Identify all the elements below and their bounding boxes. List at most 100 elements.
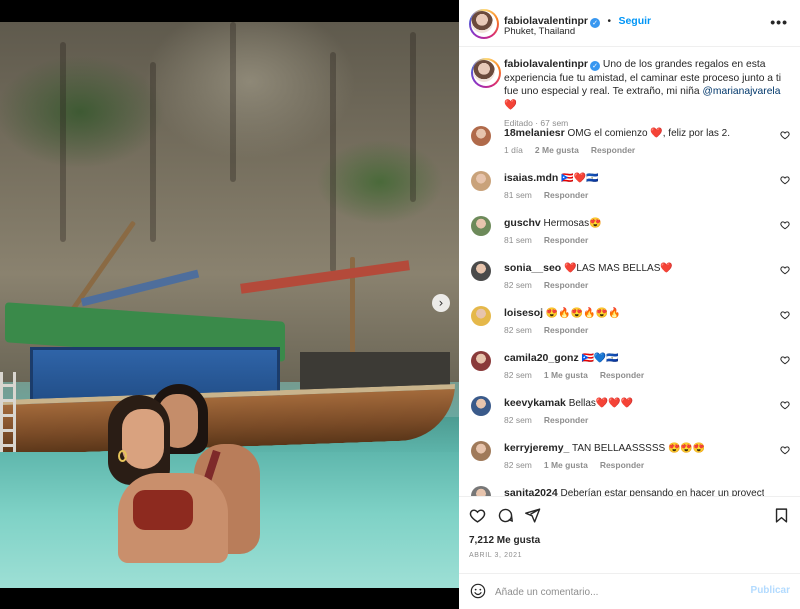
add-comment-bar: Publicar [459, 573, 800, 609]
likes-count[interactable]: 7,212 Me gusta [469, 535, 540, 546]
reply-button[interactable]: Responder [544, 325, 588, 335]
comments-list[interactable]: fabiolavalentinpr ✓ Uno de los grandes re… [459, 48, 800, 496]
comment-bubble-icon[interactable] [497, 507, 514, 524]
comment-likes[interactable]: 1 Me gusta [544, 460, 588, 470]
comment-text: isaias.mdn 🇵🇷❤️🇸🇻 [504, 172, 764, 184]
comment-item: loisesoj 😍🔥😍🔥😍🔥 82 sem Responder [459, 306, 800, 351]
comment-body: ❤️LAS MAS BELLAS❤️ [563, 263, 673, 274]
comment-like-heart-icon[interactable] [780, 265, 790, 275]
verified-badge-icon: ✓ [590, 61, 601, 71]
reply-button[interactable]: Responder [544, 190, 588, 200]
comment-likes[interactable]: 1 Me gusta [544, 370, 588, 380]
verified-badge-icon: ✓ [590, 18, 601, 28]
commenter-username[interactable]: guschv [504, 217, 541, 229]
post-actions: 7,212 Me gusta ABRIL 3, 2021 [459, 496, 800, 574]
follow-button[interactable]: Seguir [618, 15, 651, 27]
separator-dot: • [607, 16, 611, 27]
comment-meta: 81 sem Responder [504, 235, 588, 245]
comment-time: 82 sem [504, 460, 532, 470]
comment-meta: 82 sem Responder [504, 325, 588, 335]
comment-meta: 81 sem Responder [504, 190, 588, 200]
caption-avatar[interactable] [471, 58, 501, 88]
commenter-avatar[interactable] [471, 171, 491, 191]
next-photo-button[interactable]: › [432, 294, 450, 312]
commenter-avatar[interactable] [471, 261, 491, 281]
comment-like-heart-icon[interactable] [780, 445, 790, 455]
save-bookmark-icon[interactable] [773, 507, 790, 524]
comment-item: kerryjeremy_ TAN BELLAASSSSS 😍😍😍 82 sem 1 … [459, 441, 800, 486]
add-comment-input[interactable] [495, 583, 735, 601]
comment-text: loisesoj 😍🔥😍🔥😍🔥 [504, 307, 764, 319]
post-date: ABRIL 3, 2021 [469, 552, 523, 559]
commenter-avatar[interactable] [471, 126, 491, 146]
commenter-username[interactable]: loisesoj [504, 307, 543, 319]
boat-ladder [0, 372, 16, 452]
publish-button[interactable]: Publicar [751, 585, 790, 596]
commenter-username[interactable]: isaias.mdn [504, 172, 558, 184]
commenter-username[interactable]: sonia__seo [504, 262, 561, 274]
more-options-icon[interactable]: ••• [770, 14, 788, 30]
author-avatar[interactable] [469, 9, 499, 39]
comment-time: 82 sem [504, 370, 532, 380]
post-header: fabiolavalentinpr ✓ • Seguir Phuket, Thai… [459, 0, 800, 47]
comment-like-heart-icon[interactable] [780, 310, 790, 320]
share-send-icon[interactable] [524, 507, 541, 524]
like-heart-icon[interactable] [469, 507, 486, 524]
commenter-avatar[interactable] [471, 351, 491, 371]
comment-like-heart-icon[interactable] [780, 220, 790, 230]
comment-text: camila20_gonz 🇵🇷💙🇸🇻 [504, 352, 764, 364]
comment-meta: 82 sem 1 Me gusta Responder [504, 460, 644, 470]
commenter-username[interactable]: camila20_gonz [504, 352, 579, 364]
comment-body: Hermosas😍 [543, 218, 602, 229]
comment-body: Bellas❤️❤️❤️ [568, 398, 634, 409]
commenter-username[interactable]: 18melaniesr [504, 127, 565, 139]
caption-username[interactable]: fabiolavalentinpr [504, 58, 588, 70]
post-panel: fabiolavalentinpr ✓ • Seguir Phuket, Thai… [459, 0, 800, 609]
comment-body: 😍🔥😍🔥😍🔥 [545, 308, 621, 319]
comment-item: sonia__seo ❤️LAS MAS BELLAS❤️ 82 sem Respo… [459, 261, 800, 306]
reply-button[interactable]: Responder [591, 145, 635, 155]
comment-body: 🇵🇷💙🇸🇻 [581, 353, 619, 364]
comment-body: Deberían estar pensando en hacer un proy… [560, 488, 765, 496]
comment-text: sonia__seo ❤️LAS MAS BELLAS❤️ [504, 262, 764, 274]
comment-item: keevykamak Bellas❤️❤️❤️ 82 sem Responder [459, 396, 800, 441]
comment-time: 81 sem [504, 235, 532, 245]
commenter-avatar[interactable] [471, 216, 491, 236]
comment-like-heart-icon[interactable] [780, 130, 790, 140]
comment-item: isaias.mdn 🇵🇷❤️🇸🇻 81 sem Responder [459, 171, 800, 216]
comment-text: 18melaniesr OMG el comienzo ❤️, feliz po… [504, 127, 764, 139]
comment-like-heart-icon[interactable] [780, 175, 790, 185]
comment-item: guschv Hermosas😍 81 sem Responder [459, 216, 800, 261]
caption-heart: ❤️ [504, 99, 517, 111]
reply-button[interactable]: Responder [600, 370, 644, 380]
commenter-avatar[interactable] [471, 486, 491, 496]
post-media: › [0, 0, 459, 609]
commenter-avatar[interactable] [471, 396, 491, 416]
commenter-username[interactable]: keevykamak [504, 397, 566, 409]
comment-time: 1 día [504, 145, 523, 155]
comment-time: 81 sem [504, 190, 532, 200]
comment-text: guschv Hermosas😍 [504, 217, 764, 229]
comment-time: 82 sem [504, 280, 532, 290]
post-photo[interactable] [0, 22, 459, 588]
comment-body: 🇵🇷❤️🇸🇻 [561, 173, 599, 184]
comment-likes[interactable]: 2 Me gusta [535, 145, 579, 155]
comment-like-heart-icon[interactable] [780, 355, 790, 365]
comment-time: 82 sem [504, 325, 532, 335]
emoji-picker-icon[interactable] [470, 583, 486, 599]
comment-meta: 1 día 2 Me gusta Responder [504, 145, 635, 155]
caption-mention[interactable]: @marianajvarela [702, 86, 780, 97]
commenter-username[interactable]: kerryjeremy_ [504, 442, 569, 454]
commenter-avatar[interactable] [471, 441, 491, 461]
comment-text: sanita2024 Deberían estar pensando en ha… [504, 487, 764, 496]
comment-item: sanita2024 Deberían estar pensando en ha… [459, 486, 800, 496]
comment-item: 18melaniesr OMG el comienzo ❤️, feliz po… [459, 126, 800, 171]
reply-button[interactable]: Responder [600, 460, 644, 470]
location-link[interactable]: Phuket, Thailand [504, 26, 575, 37]
commenter-username[interactable]: sanita2024 [504, 487, 558, 496]
comment-like-heart-icon[interactable] [780, 400, 790, 410]
commenter-avatar[interactable] [471, 306, 491, 326]
reply-button[interactable]: Responder [544, 235, 588, 245]
reply-button[interactable]: Responder [544, 280, 588, 290]
reply-button[interactable]: Responder [544, 415, 588, 425]
